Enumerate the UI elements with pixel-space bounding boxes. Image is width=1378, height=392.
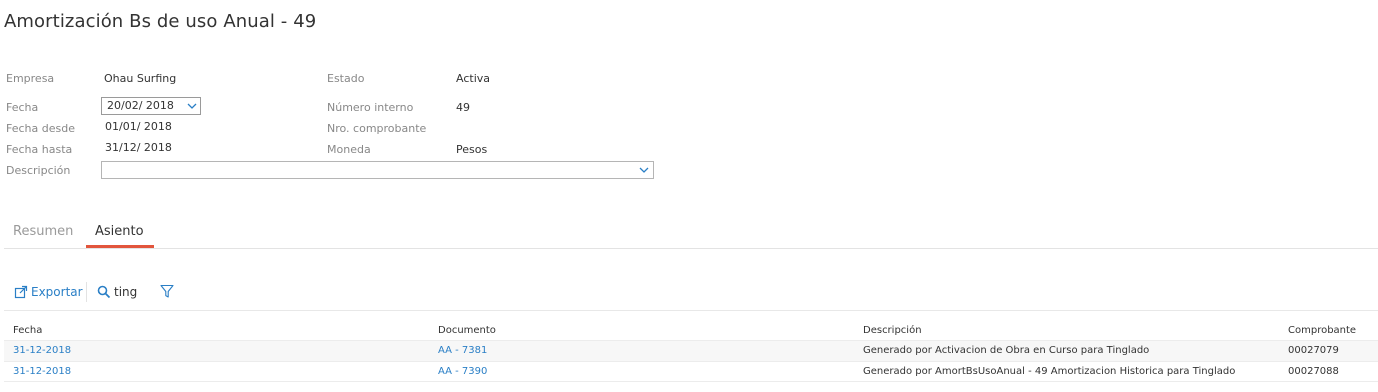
tab-resumen[interactable]: Resumen: [13, 224, 73, 239]
page-title: Amortización Bs de uso Anual - 49: [4, 11, 317, 32]
column-header-fecha[interactable]: Fecha: [13, 325, 42, 336]
estado-value: Activa: [456, 72, 490, 85]
row-fecha-link[interactable]: 31-12-2018: [13, 366, 71, 377]
row-documento-link[interactable]: AA - 7381: [438, 345, 487, 356]
fecha-hasta-value: 31/12/ 2018: [105, 141, 172, 154]
row-documento-link[interactable]: AA - 7390: [438, 366, 487, 377]
fecha-date-value: 20/02/ 2018: [107, 99, 174, 112]
column-header-descripcion[interactable]: Descripción: [863, 325, 922, 336]
row-descripcion: Generado por AmortBsUsoAnual - 49 Amorti…: [863, 366, 1236, 377]
tab-asiento[interactable]: Asiento: [95, 224, 144, 239]
chevron-down-icon[interactable]: [639, 165, 649, 175]
export-icon: [14, 285, 28, 299]
descripcion-label: Descripción: [6, 164, 71, 177]
fecha-desde-label: Fecha desde: [6, 122, 75, 135]
empresa-value: Ohau Surfing: [104, 72, 177, 85]
toolbar-divider: [86, 282, 87, 302]
row-comprobante: 00027088: [1288, 366, 1339, 377]
descripcion-select[interactable]: [101, 161, 654, 179]
grid-top-border: [4, 310, 1378, 311]
row-fecha-link[interactable]: 31-12-2018: [13, 345, 71, 356]
search-input[interactable]: ting: [97, 284, 137, 300]
moneda-value: Pesos: [456, 143, 488, 156]
numero-interno-label: Número interno: [327, 101, 414, 114]
fecha-desde-value: 01/01/ 2018: [105, 120, 172, 133]
fecha-date-input[interactable]: 20/02/ 2018: [101, 97, 201, 115]
chevron-down-icon[interactable]: [187, 101, 197, 111]
row-descripcion: Generado por Activacion de Obra en Curso…: [863, 345, 1150, 356]
search-input-value: ting: [114, 285, 138, 299]
export-button[interactable]: Exportar: [14, 284, 83, 300]
moneda-label: Moneda: [327, 143, 371, 156]
column-header-comprobante[interactable]: Comprobante: [1288, 325, 1356, 336]
nro-comprobante-label: Nro. comprobante: [327, 122, 427, 135]
estado-label: Estado: [327, 72, 365, 85]
tabs-divider: [4, 248, 1378, 249]
fecha-label: Fecha: [6, 101, 39, 114]
empresa-label: Empresa: [6, 72, 55, 85]
table-row[interactable]: 31-12-2018 AA - 7390 Generado por AmortB…: [4, 361, 1378, 382]
fecha-hasta-label: Fecha hasta: [6, 143, 73, 156]
row-comprobante: 00027079: [1288, 345, 1339, 356]
table-row[interactable]: 31-12-2018 AA - 7381 Generado por Activa…: [4, 340, 1378, 361]
column-header-documento[interactable]: Documento: [438, 325, 496, 336]
export-button-label: Exportar: [31, 285, 83, 299]
filter-icon[interactable]: [160, 284, 174, 299]
search-icon: [97, 285, 111, 299]
numero-interno-value: 49: [456, 101, 470, 114]
